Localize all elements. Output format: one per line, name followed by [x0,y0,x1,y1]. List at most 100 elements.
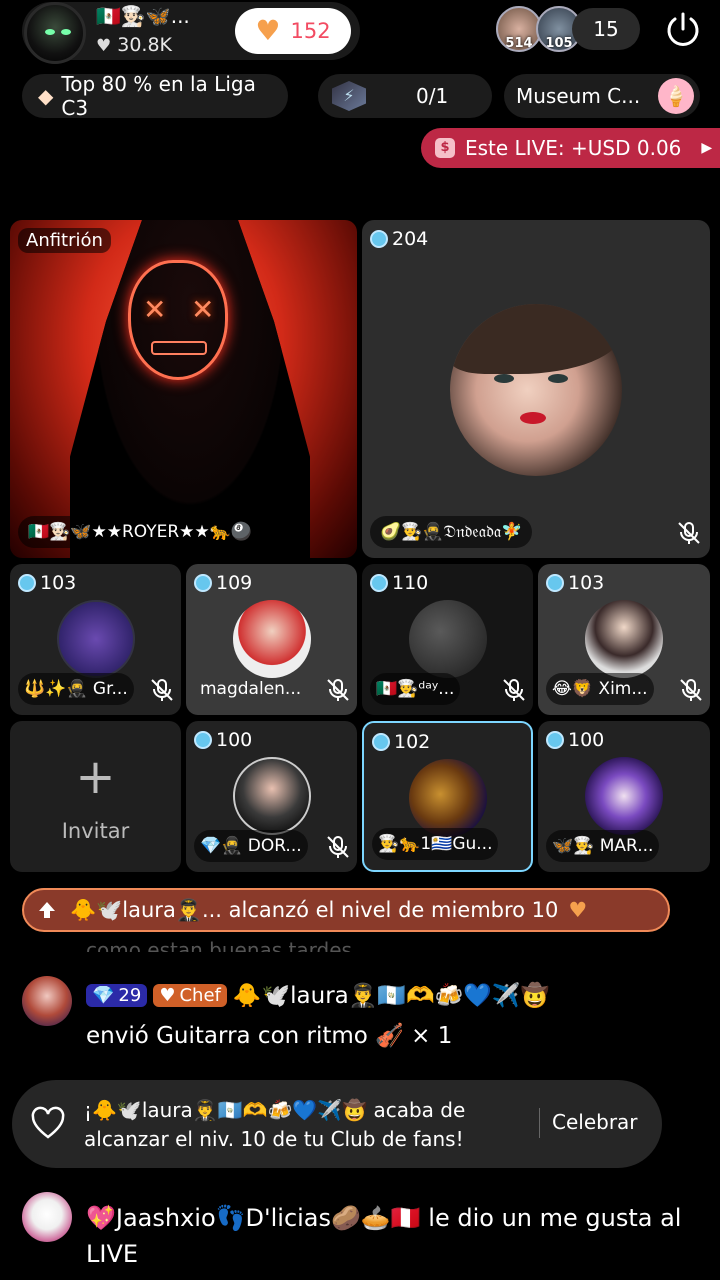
viewer-count[interactable]: 15 [572,8,640,50]
faded-comment: como estan buenas tardes [86,938,352,952]
fan-club-notification: ¡🐥🕊️laura👨‍✈️🇬🇹🫶🍻💙✈️🤠 acaba de alcanzar … [12,1080,662,1168]
heart-icon: ♥ [159,985,176,1006]
guest-avatar [585,757,663,835]
heart-outline-icon [31,1106,65,1139]
score-icon [546,731,564,749]
guest-score: 100 [194,729,252,751]
guest-tile[interactable]: 100 🦋👨‍🍳 MAR... [538,721,710,872]
score-icon [372,733,390,751]
guest-score-value: 103 [40,572,77,594]
guest-name: magdalen... [200,679,302,699]
guest-tile[interactable]: 103 😂🦁 Xim... [538,564,710,715]
guest-score: 109 [194,572,252,594]
divider [539,1108,540,1138]
host-avatar[interactable] [24,2,86,64]
power-icon[interactable] [663,10,703,50]
guest-tile[interactable]: 109 magdalen... [186,564,357,715]
avatar-detail [45,29,55,35]
mic-muted-icon [151,679,173,701]
score-icon [18,574,36,592]
score-icon [546,574,564,592]
score-icon [370,230,388,248]
guest-name: 🔱✨🥷 Gr... [18,673,134,705]
guest-score-value: 100 [568,729,605,751]
role-badge: ♥ Chef [153,984,227,1007]
museum-text: Museum C... [516,84,641,108]
guest-avatar [408,600,487,678]
role-label: Chef [179,985,221,1006]
celebrate-button[interactable]: Celebrar [552,1110,638,1134]
host-likes: ♥ 30.8K [96,34,172,56]
ice-cream-icon: 🍦 [658,78,694,114]
score-icon [194,574,212,592]
mic-muted-icon [327,679,349,701]
guest-name: 🇲🇽👨‍🍳ᵈᵃʸ... [370,673,461,705]
match-pill[interactable]: ⚡ 0/1 [318,74,492,118]
guest-score: 103 [546,572,604,594]
chat-avatar[interactable] [22,1192,72,1242]
gift-count: × 1 [411,1023,453,1049]
guest-name: 👨‍🍳🐆1🇺🇾Gu... [372,828,499,860]
guest-tile-large[interactable]: 204 🥑👨‍🍳🥷𝔇𝔫𝔡𝔢𝔞𝔡𝔞🧚 [362,220,710,558]
guest-tile-selected[interactable]: 102 👨‍🍳🐆1🇺🇾Gu... [362,721,533,872]
match-value: 0/1 [416,84,449,108]
viewer-rank: 514 [505,36,533,51]
mask-eye: ✕ [143,293,167,326]
guest-avatar [585,600,663,678]
guest-avatar [232,757,311,835]
invite-guest-button[interactable]: + Invitar [10,721,181,872]
gift-message: envió Guitarra con ritmo 🎻 × 1 [86,1022,452,1049]
guest-tile[interactable]: 100 💎🥷 DOR... [186,721,357,872]
guest-tile[interactable]: 103 🔱✨🥷 Gr... [10,564,181,715]
guest-score-value: 204 [392,228,429,250]
guest-name: 🦋👨‍🍳 MAR... [546,830,660,862]
guest-score-value: 100 [216,729,253,751]
guest-tile[interactable]: 110 🇲🇽👨‍🍳ᵈᵃʸ... [362,564,533,715]
fan-club-text: ¡🐥🕊️laura👨‍✈️🇬🇹🫶🍻💙✈️🤠 acaba de alcanzar … [84,1098,466,1151]
invite-label: Invitar [61,819,130,843]
live-earnings-banner[interactable]: $ Este LIVE: +USD 0.06 ▶ [421,128,720,168]
guitar-icon: 🎻 [375,1023,404,1049]
fan-club-button[interactable]: ♥ 152 [235,8,351,54]
chat-username[interactable]: 🐥🕊️laura👨‍✈️🇬🇹🫶🍻💙✈️🤠 [233,982,549,1009]
host-tile-name: 🇲🇽👨🏻‍🍳🦋★★ROYER★★🐆🎱 [18,516,262,548]
mic-muted-icon [680,679,702,701]
guest-score: 103 [18,572,76,594]
guest-avatar [232,600,311,678]
plus-icon: + [75,749,116,805]
host-name: 🇲🇽👨🏻‍🍳🦋... [96,4,190,28]
avatar-detail [494,374,514,383]
guest-name: 😂🦁 Xim... [546,673,654,705]
mic-muted-icon [327,836,349,858]
league-pill[interactable]: ◆ Top 80 % en la Liga C3 [22,72,288,120]
score-icon [370,574,388,592]
mask-eye: ✕ [191,293,215,326]
level-badge: 💎 29 [86,984,148,1007]
chat-avatar[interactable] [22,976,72,1026]
member-level-banner[interactable]: 🐥🕊️laura👨‍✈️... alcanzó el nivel de miem… [22,888,670,932]
guest-avatar [450,304,622,476]
avatar-detail [520,412,546,424]
gift-action: envió Guitarra con ritmo [86,1023,368,1049]
guest-score: 204 [370,228,428,250]
chat-message-header: 💎 29 ♥ Chef 🐥🕊️laura👨‍✈️🇬🇹🫶🍻💙✈️🤠 [86,982,549,1009]
host-video-mask: ✕ ✕ [128,260,228,380]
avatar-detail [450,304,622,374]
heart-icon: ♥ [255,14,281,47]
dollar-icon: $ [435,138,455,158]
heart-icon: ♥ [96,36,112,56]
heart-icon: ♥ [568,898,588,922]
live-earnings-text: Este LIVE: +USD 0.06 [465,136,682,160]
museum-pill[interactable]: Museum C... 🍦 [504,74,700,118]
guest-score: 110 [370,572,428,594]
chevron-right-icon: ▶ [701,140,713,156]
level-value: 29 [118,985,142,1006]
guest-score: 102 [372,731,430,753]
guest-score: 100 [546,729,604,751]
mic-muted-icon [678,522,700,544]
diamond-icon: ◆ [38,84,54,108]
diamond-icon: 💎 [92,985,115,1006]
guest-score-value: 102 [394,731,431,753]
host-video-tile[interactable]: ✕ ✕ Anfitrión 🇲🇽👨🏻‍🍳🦋★★ROYER★★🐆🎱 [10,220,357,558]
battle-badge-icon: ⚡ [332,81,366,111]
